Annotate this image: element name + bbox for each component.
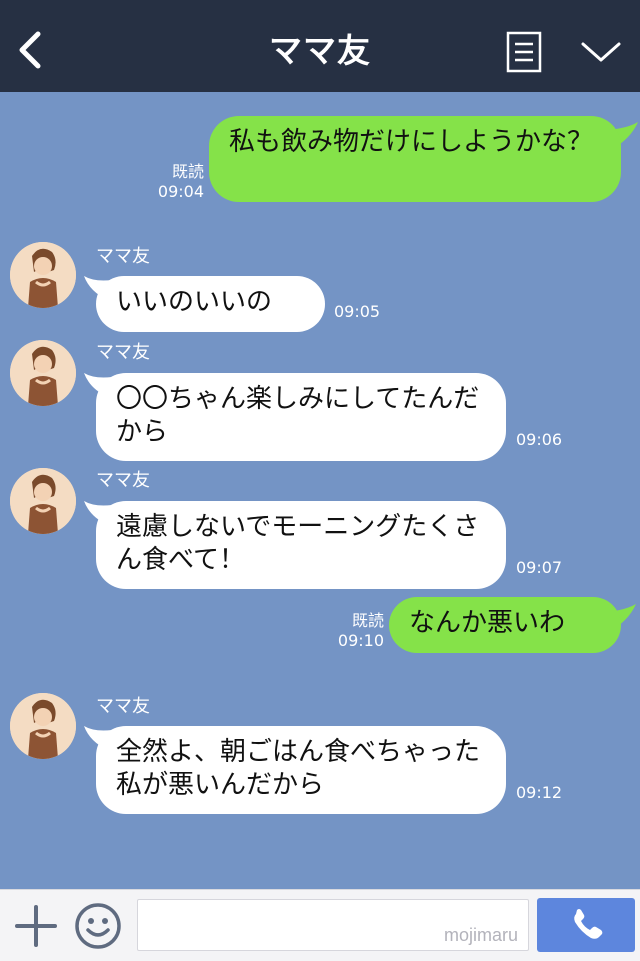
- message-time: 09:05: [334, 302, 381, 321]
- attach-button[interactable]: [14, 904, 58, 948]
- message-time: 09:10: [337, 631, 384, 650]
- chat-bubble-outgoing[interactable]: 私も飲み物だけにしようかな？: [209, 116, 621, 202]
- input-bar: mojimaru: [0, 889, 640, 961]
- message-time: 09:04: [157, 182, 204, 201]
- message-text: いいのいいの: [116, 287, 273, 317]
- menu-button[interactable]: [506, 31, 542, 73]
- message-time: 09:07: [516, 558, 563, 577]
- avatar[interactable]: [10, 468, 76, 534]
- watermark: mojimaru: [443, 925, 518, 945]
- chat-title: ママ友: [269, 31, 371, 70]
- read-receipt: 既読: [171, 162, 204, 181]
- avatar-image: [10, 693, 76, 759]
- message-input[interactable]: mojimaru: [137, 899, 529, 951]
- chat-bubble-incoming[interactable]: 〇〇ちゃん楽しみにしてたんだから: [96, 373, 506, 461]
- message-status: 既読 09:10: [330, 611, 384, 651]
- read-receipt: 既読: [351, 611, 384, 630]
- expand-button[interactable]: [580, 38, 622, 66]
- avatar-image: [10, 242, 76, 308]
- message-text: 遠慮しないでモーニングたくさん食べて！: [116, 512, 480, 575]
- sender-name: ママ友: [96, 696, 150, 717]
- chat-bubble-incoming[interactable]: 全然よ、朝ごはん食べちゃった私が悪いんだから: [96, 726, 506, 814]
- message-text: 全然よ、朝ごはん食べちゃった私が悪いんだから: [116, 737, 481, 800]
- message-time: 09:12: [516, 783, 563, 802]
- sender-name: ママ友: [96, 246, 150, 267]
- message-text: 〇〇ちゃん楽しみにしてたんだから: [116, 384, 480, 447]
- plus-icon: [15, 905, 57, 947]
- avatar[interactable]: [10, 242, 76, 308]
- emoji-button[interactable]: [74, 902, 122, 950]
- call-button[interactable]: [537, 898, 635, 952]
- smiley-icon: [75, 903, 121, 949]
- message-time: 09:06: [516, 430, 563, 449]
- message-text: なんか悪いわ: [409, 608, 566, 638]
- message-text: 私も飲み物だけにしようかな？: [229, 127, 594, 157]
- message-status: 既読 09:04: [150, 162, 204, 202]
- avatar[interactable]: [10, 693, 76, 759]
- chat-header: ママ友: [0, 0, 640, 92]
- chat-bubble-incoming[interactable]: いいのいいの: [96, 276, 325, 332]
- menu-list-icon: [506, 31, 542, 73]
- avatar[interactable]: [10, 340, 76, 406]
- sender-name: ママ友: [96, 342, 150, 363]
- chat-bubble-incoming[interactable]: 遠慮しないでモーニングたくさん食べて！: [96, 501, 506, 589]
- phone-icon: [574, 909, 603, 939]
- avatar-image: [10, 468, 76, 534]
- chat-bubble-outgoing[interactable]: なんか悪いわ: [389, 597, 621, 653]
- chevron-down-icon: [581, 42, 621, 62]
- sender-name: ママ友: [96, 470, 150, 491]
- avatar-image: [10, 340, 76, 406]
